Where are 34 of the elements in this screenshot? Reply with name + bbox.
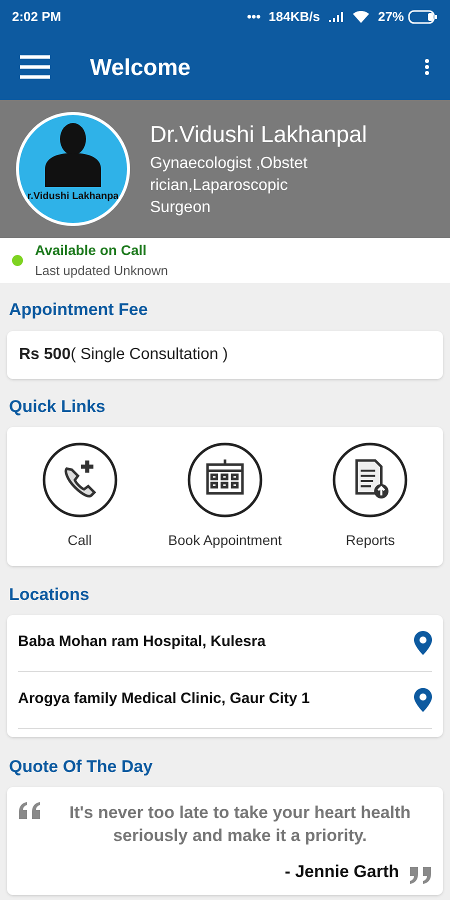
reports-icon	[332, 442, 408, 518]
battery-percent: 27%	[378, 8, 404, 26]
battery-icon	[408, 10, 438, 24]
availability-status: Available on Call	[35, 241, 148, 260]
menu-icon[interactable]	[20, 55, 50, 79]
open-quote-icon	[17, 801, 43, 821]
close-quote-icon	[407, 864, 433, 884]
network-speed: 184KB/s	[268, 8, 320, 26]
section-heading: Locations	[8, 584, 90, 606]
app-title: Welcome	[90, 52, 191, 82]
more-options-icon[interactable]	[424, 59, 430, 75]
location-pin-icon[interactable]	[414, 688, 432, 712]
section-heading: Quote Of The Day	[8, 756, 154, 778]
location-name[interactable]: Baba Mohan ram Hospital, Kulesra	[18, 631, 414, 654]
call-icon	[42, 442, 118, 518]
section-heading: Appointment Fee	[8, 299, 149, 321]
quick-link[interactable]: Reports	[298, 442, 443, 551]
quote-author: - Jennie Garth	[284, 861, 399, 883]
last-updated: Last updated Unknown	[35, 262, 168, 280]
doctor-specialty: Gynaecologist ,Obstet rician,Laparoscopic Surgeon	[150, 154, 308, 218]
signal-icon	[328, 11, 344, 23]
quick-link[interactable]: Book Appointment	[152, 442, 298, 551]
calendar-icon	[186, 442, 263, 518]
section-heading: Quick Links	[8, 396, 106, 418]
status-time: 2:02 PM	[12, 8, 62, 26]
avatar-caption: r.Vidushi Lakhanpa	[27, 190, 119, 204]
wifi-icon	[352, 10, 370, 24]
status-dots: •••	[247, 8, 261, 26]
quick-link[interactable]: Call	[7, 442, 152, 551]
doctor-name: Dr.Vidushi Lakhanpal	[150, 120, 367, 149]
fee-text: Rs 500( Single Consultation )	[19, 344, 228, 364]
location-pin-icon[interactable]	[414, 630, 432, 654]
location-name[interactable]: Arogya family Medical Clinic, Gaur City 1	[18, 688, 414, 711]
quote-text: It's never too late to take your heart health seriously and make it a priority.	[68, 802, 412, 847]
